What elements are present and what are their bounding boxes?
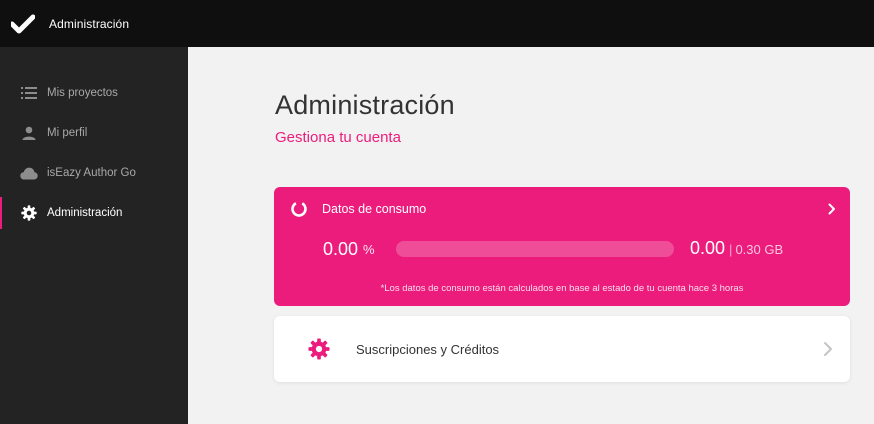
usage-card[interactable]: Datos de consumo 0.00 % 0.00 | 0.30 GB *… (274, 187, 850, 306)
gear-icon (308, 338, 330, 360)
loading-ring-icon (290, 200, 308, 218)
list-icon (20, 84, 38, 102)
sidebar-item-administracion[interactable]: Administración (0, 193, 188, 233)
top-bar: Administración (0, 0, 874, 47)
usage-used-value: 0.00 (690, 238, 726, 258)
main-content: Administración Gestiona tu cuenta Datos … (188, 47, 874, 424)
sidebar-item-label: Mis proyectos (47, 87, 118, 99)
usage-percent-value: 0.00 (323, 238, 359, 259)
sidebar-item-label: isEazy Author Go (47, 167, 136, 179)
usage-progress-bar (396, 241, 674, 257)
page-subtitle: Gestiona tu cuenta (275, 129, 401, 146)
sidebar-item-label: Administración (47, 207, 123, 219)
usage-percent-unit: % (363, 241, 375, 257)
sidebar-item-label: Mi perfil (47, 127, 88, 139)
subscriptions-card[interactable]: Suscripciones y Créditos (274, 316, 850, 382)
usage-title: Datos de consumo (322, 202, 427, 216)
sidebar-item-mis-proyectos[interactable]: Mis proyectos (0, 73, 188, 113)
person-icon (20, 124, 38, 142)
subscriptions-label: Suscripciones y Créditos (356, 341, 500, 357)
usage-row: 0.00 % 0.00 | 0.30 GB (323, 238, 803, 260)
chevron-right-icon[interactable] (828, 203, 836, 215)
sidebar: Mis proyectos Mi perfil isEazy Author Go (0, 47, 188, 424)
chevron-right-icon[interactable] (823, 341, 833, 357)
usage-note: *Los datos de consumo están calculados e… (380, 283, 744, 294)
usage-separator: | (729, 242, 733, 257)
cloud-icon (20, 164, 38, 182)
page-title: Administración (275, 90, 455, 120)
sidebar-item-mi-perfil[interactable]: Mi perfil (0, 113, 188, 153)
usage-amount: 0.00 | 0.30 GB (690, 238, 783, 260)
usage-total-value: 0.30 GB (735, 242, 784, 257)
usage-header: Datos de consumo (290, 200, 836, 218)
topbar-title: Administración (49, 16, 130, 31)
gear-icon (20, 204, 38, 222)
checkmark-logo-icon[interactable] (11, 14, 35, 34)
sidebar-item-iseazy-author-go[interactable]: isEazy Author Go (0, 153, 188, 193)
